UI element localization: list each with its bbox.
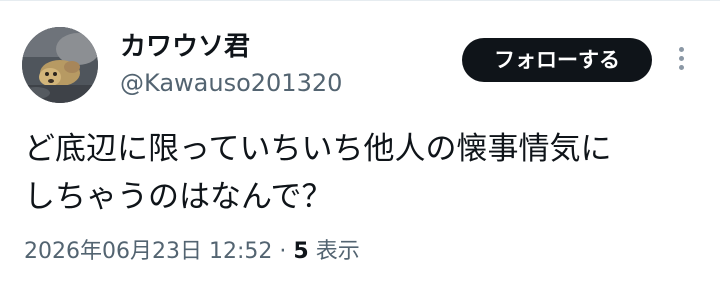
views-label: 表示 xyxy=(315,239,360,264)
more-dot xyxy=(679,56,684,61)
more-dot xyxy=(679,47,684,52)
tweet-text-line: しちゃうのはなんで？ xyxy=(24,179,333,215)
more-vertical-icon[interactable] xyxy=(672,45,692,73)
user-handle[interactable]: @Kawauso201320 xyxy=(120,68,342,98)
display-name[interactable]: カワウソ君 xyxy=(120,31,250,63)
otter-avatar-icon xyxy=(22,27,98,103)
follow-button[interactable]: フォローする xyxy=(462,38,652,82)
avatar[interactable] xyxy=(22,27,98,103)
meta-separator: · xyxy=(279,239,287,264)
tweet-meta: 2026年06月23日 12:52 · 5 表示 xyxy=(24,237,360,267)
tweet-card: カワウソ君 @Kawauso201320 フォローする ど底辺に限っていちいち他… xyxy=(0,0,720,284)
tweet-text-line: ど底辺に限っていちいち他人の懐事情気に xyxy=(24,131,612,167)
tweet-text: ど底辺に限っていちいち他人の懐事情気に しちゃうのはなんで？ xyxy=(24,125,704,221)
more-dot xyxy=(679,65,684,70)
tweet-timestamp[interactable]: 2026年06月23日 12:52 xyxy=(24,239,272,264)
views-count: 5 xyxy=(293,239,309,264)
